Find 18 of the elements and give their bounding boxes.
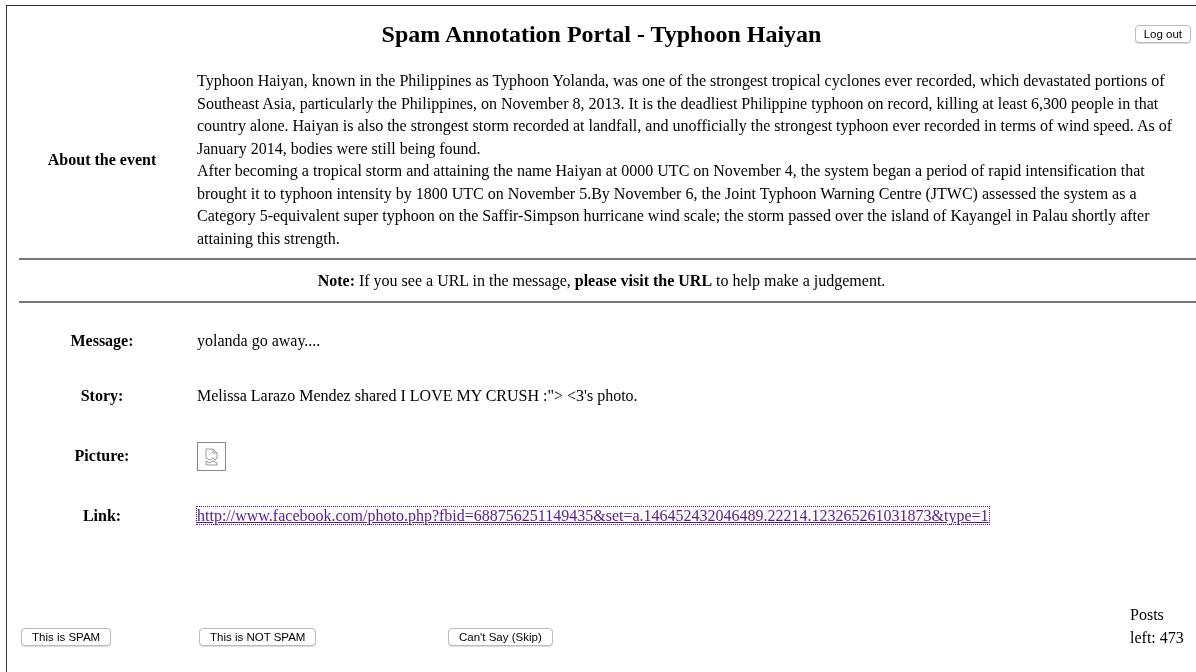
- event-description: After becoming a tropical storm and attaining the name Haiyan at 0000 UTC on November 4, the system began a period of rapid intensification that brought it to typhoon intensity by 1800 UTC on November 5.By November 6, the Joint Typhoon Warning Centre (JTWC) assessed the system as a Category 5-equivalent super typhoon on the Saffir-Simpson hurricane wind scale; the storm passed over the island of Kayangel in Palau shortly after attaining this strength.: [197, 161, 1151, 250]
- field-label: Story:: [79, 387, 125, 405]
- action-button[interactable]: This is NOT SPAM: [199, 628, 317, 646]
- field-label: Link:: [81, 507, 123, 525]
- action-button[interactable]: Can't Say (Skip): [448, 628, 553, 646]
- post-link[interactable]: http://www.facebook.com/photo.php?fbid=688756251149435&set=a.146452432046489.22214.123265261031873&type=1: [197, 507, 989, 524]
- note-text: Note: If you see a URL in the message, please visit the URL to help make a judgement.: [316, 271, 887, 292]
- page-title: Spam Annotation Portal - Typhoon Haiyan: [381, 20, 822, 48]
- field-value: yolanda go away....: [197, 332, 321, 349]
- field-label: Picture:: [73, 447, 131, 465]
- posts-left-count: left: 473: [1130, 628, 1185, 648]
- event-description: Typhoon Haiyan, known in the Philippines as Typhoon Yolanda, was one of the strongest tropical cyclones ever recorded, which devastated portions of Southeast Asia, particularly the Philippines, on November 8, 2013. It is the deadliest Philippine typhoon on record, killing at least 6,300 people in that country alone. Haiyan is also the strongest storm recorded at landfall, and unofficially the strongest typhoon ever recorded in terms of wind speed. As of January 2014, bodies were still being found.: [197, 71, 1173, 160]
- field-label: Message:: [69, 332, 135, 350]
- logout-button[interactable]: Log out: [1134, 25, 1191, 43]
- field-value: Melissa Larazo Mendez shared I LOVE MY CRUSH :"> <3's photo.: [197, 387, 638, 404]
- about-label: About the event: [46, 151, 158, 169]
- action-button[interactable]: This is SPAM: [21, 628, 112, 646]
- posts-label: Posts: [1130, 605, 1165, 625]
